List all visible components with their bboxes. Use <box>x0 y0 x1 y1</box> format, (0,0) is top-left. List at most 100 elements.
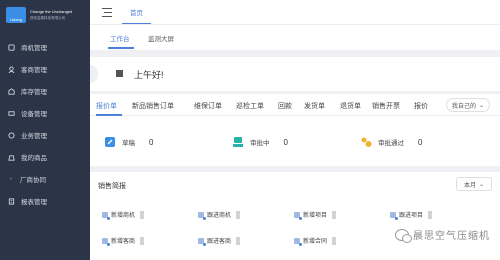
sidebar-item-label: 商机管理 <box>21 45 47 52</box>
customer-icon <box>8 65 15 73</box>
sidebar-item-label: 库存管理 <box>21 89 47 96</box>
brief-label: 跟进项目 <box>399 213 424 219</box>
owner-filter-select[interactable]: 我自己的 ⌄ <box>446 98 490 112</box>
opportunity-icon <box>8 43 15 51</box>
brief-value-masked <box>140 210 145 219</box>
status-approved[interactable]: 审批通过 0 <box>360 136 422 148</box>
order-tabs: 报价单 新品销售订单 维保订单 巡检工单 回款 发货单 退货单 销售开票 报价 … <box>90 94 500 116</box>
brief-new-opportunity[interactable]: 新增商机 <box>102 210 145 220</box>
brief-label: 跟进商机 <box>207 213 232 219</box>
approved-icon <box>361 137 372 147</box>
tab-home[interactable]: 首页 <box>122 0 151 24</box>
tab-payment[interactable]: 回款 <box>278 101 292 111</box>
tab-maintenance-order[interactable]: 维保订单 <box>194 101 222 111</box>
sidebar: Lisheng Change the Unchanged 西安金属科技有限公司 … <box>0 0 90 260</box>
active-tab-indicator <box>96 114 122 116</box>
stat-icon <box>294 237 302 246</box>
sidebar-item-device[interactable]: 设备管理 <box>0 102 90 124</box>
sidebar-item-goods[interactable]: 我的商品 <box>0 146 90 168</box>
stat-icon <box>390 211 398 220</box>
device-icon <box>8 110 15 116</box>
tab-new-sales-order[interactable]: 新品销售订单 <box>132 101 174 111</box>
logo-company: 西安金属科技有限公司 <box>30 16 65 20</box>
collapse-handle[interactable] <box>90 65 98 83</box>
status-label: 草稿 <box>122 140 135 147</box>
tab-return[interactable]: 退货单 <box>340 101 361 111</box>
report-icon <box>8 197 15 205</box>
brief-label: 跟进客商 <box>207 239 232 245</box>
tab-workbench[interactable]: 工作台 <box>110 33 130 43</box>
logo-mark: Lisheng <box>6 7 26 23</box>
tab-quotation[interactable]: 报价单 <box>96 101 117 111</box>
tab-invoice[interactable]: 销售开票 <box>372 101 400 111</box>
chevron-down-icon: ⌄ <box>478 102 485 109</box>
status-in-approval[interactable]: 审批中 0 <box>232 136 288 148</box>
brief-label: 新增项目 <box>303 213 328 219</box>
brief-label: 新增合同 <box>303 239 328 245</box>
business-icon <box>8 131 15 139</box>
goods-icon <box>8 154 15 161</box>
sidebar-item-label: 报表管理 <box>21 199 47 206</box>
avatar <box>116 70 123 77</box>
brief-new-project[interactable]: 新增项目 <box>294 210 337 220</box>
tab-inspection-order[interactable]: 巡检工单 <box>236 101 264 111</box>
tab-monitor[interactable]: 监测大屏 <box>148 33 174 43</box>
sidebar-item-opportunity[interactable]: 商机管理 <box>0 36 90 58</box>
status-label: 审批中 <box>250 140 270 147</box>
sidebar-item-label: 设备管理 <box>21 111 47 118</box>
stat-icon <box>198 211 206 220</box>
status-draft[interactable]: 草稿 0 <box>104 136 153 148</box>
sidebar-item-inventory[interactable]: 库存管理 <box>0 80 90 102</box>
greeting-text: 上午好! <box>134 70 164 80</box>
watermark-text: 晨思空气压缩机 <box>413 231 490 242</box>
brief-value-masked <box>428 210 433 219</box>
tab-delivery[interactable]: 发货单 <box>304 101 325 111</box>
logo: Lisheng Change the Unchanged 西安金属科技有限公司 <box>0 0 90 30</box>
sidebar-item-report[interactable]: 报表管理 <box>0 190 90 212</box>
brief-value-masked <box>332 236 337 245</box>
stat-icon <box>102 211 110 220</box>
tab-quotation-more[interactable]: 报价 <box>414 101 428 111</box>
watermark: 晨思空气压缩机 <box>395 227 490 243</box>
brief-follow-opportunity[interactable]: 跟进商机 <box>198 210 241 220</box>
period-select[interactable]: 本月 ⌄ <box>456 177 492 191</box>
sales-brief-card: 销售简报 本月 ⌄ 新增商机 跟进商机 新增项目 跟进项目 新增客商 跟进客商 … <box>90 172 500 260</box>
sidebar-item-label: 业务管理 <box>21 133 47 140</box>
brief-label: 新增商机 <box>111 213 136 219</box>
chevron-down-icon: ⌄ <box>478 181 485 188</box>
sales-brief-title: 销售简报 <box>98 183 126 190</box>
sidebar-item-label: 我的商品 <box>21 155 47 162</box>
orders-card: 报价单 新品销售订单 维保订单 巡检工单 回款 发货单 退货单 销售开票 报价 … <box>90 94 500 166</box>
brief-new-contract[interactable]: 新增合同 <box>294 236 337 246</box>
greeting-card: 上午好! <box>90 57 500 91</box>
brief-value-masked <box>236 236 241 245</box>
sidebar-item-business[interactable]: 业务管理 <box>0 124 90 146</box>
brief-follow-project[interactable]: 跟进项目 <box>390 210 433 220</box>
sidebar-item-collab[interactable]: › 厂商协同 <box>0 168 90 190</box>
approval-pending-icon <box>233 137 243 147</box>
sidebar-item-label: 客商管理 <box>21 67 47 74</box>
sidebar-item-label: 厂商协同 <box>20 177 46 184</box>
status-count: 0 <box>283 137 288 147</box>
stat-icon <box>198 237 206 246</box>
brief-value-masked <box>236 210 241 219</box>
stat-icon <box>294 211 302 220</box>
sidebar-item-customer[interactable]: 客商管理 <box>0 58 90 80</box>
brief-follow-customer[interactable]: 跟进客商 <box>198 236 241 246</box>
sub-tab-bar: 工作台 监测大屏 <box>90 24 500 50</box>
brief-value-masked <box>140 236 145 245</box>
draft-icon <box>105 137 115 147</box>
stat-icon <box>102 237 110 246</box>
top-bar: 首页 <box>90 0 500 24</box>
brief-value-masked <box>332 210 337 219</box>
owner-filter-value: 我自己的 <box>451 103 476 110</box>
chevron-right-icon: › <box>10 176 12 182</box>
period-value: 本月 <box>463 182 476 189</box>
status-label: 审批通过 <box>378 140 404 147</box>
menu-toggle-icon[interactable] <box>102 7 114 17</box>
brief-new-customer[interactable]: 新增客商 <box>102 236 145 246</box>
inventory-icon <box>8 87 15 95</box>
wechat-icon <box>395 228 412 243</box>
sidebar-menu: 商机管理 客商管理 库存管理 设备管理 业务管理 我的商品 › 厂商协同 报表管 <box>0 36 90 212</box>
active-tab-indicator <box>108 47 134 49</box>
